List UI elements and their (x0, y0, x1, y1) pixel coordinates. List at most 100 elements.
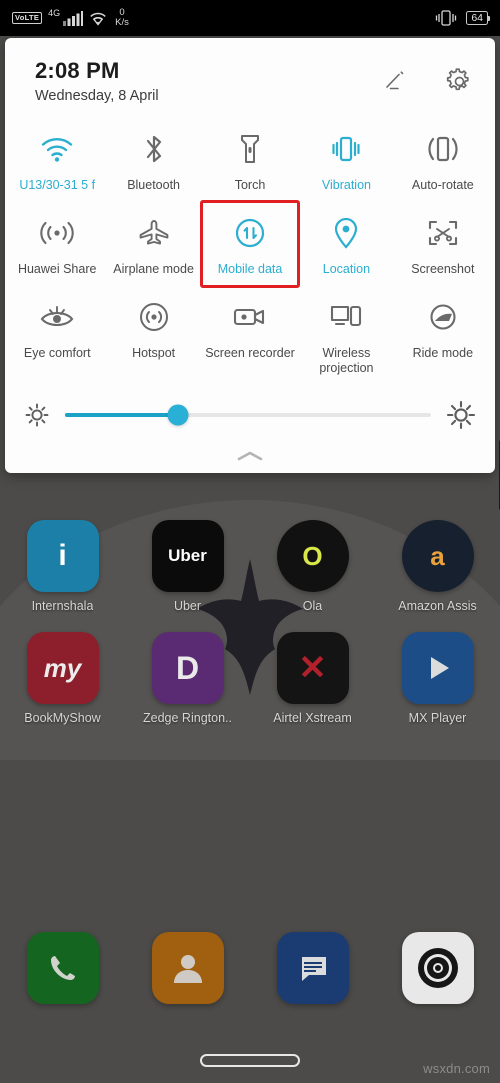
tile-bluetooth[interactable]: Bluetooth (105, 118, 201, 202)
app-label: Zedge Rington.. (143, 711, 232, 725)
app-row: my BookMyShow D Zedge Rington.. ✕ Airtel… (0, 632, 500, 725)
tile-label: Hotspot (132, 346, 176, 360)
auto-rotate-icon (426, 129, 460, 169)
app-icon-amazon-assistant[interactable]: a (401, 520, 474, 592)
dock-item-settings[interactable] (375, 932, 500, 1004)
tiles-row-3: Eye comfort Hotspot Screen recorder Wire… (5, 286, 495, 385)
home-gesture-pill[interactable] (200, 1054, 300, 1067)
network-type-label: 4G (48, 8, 61, 18)
tile-label: Auto-rotate (411, 178, 474, 192)
app-item[interactable]: ✕ Airtel Xstream (250, 632, 375, 725)
tile-mobile-data[interactable]: Mobile data (199, 200, 301, 288)
tile-label: Location (322, 262, 371, 276)
tile-screenshot[interactable]: Screenshot (395, 202, 491, 286)
settings-gear-icon[interactable] (401, 932, 474, 1004)
tile-ride-mode[interactable]: Ride mode (395, 286, 491, 385)
tile-label: Mobile data (217, 262, 283, 276)
tile-airplane-mode[interactable]: Airplane mode (105, 202, 201, 286)
tile-vibration[interactable]: Vibration (298, 118, 394, 202)
ride-mode-icon (426, 297, 460, 337)
app-item[interactable]: O Ola (250, 520, 375, 613)
app-icon-uber[interactable]: Uber (151, 520, 224, 592)
tile-label: Airplane mode (113, 262, 194, 276)
tile-label: Wireless projection (319, 346, 374, 375)
clock-block: 2:08 PM Wednesday, 8 April (35, 58, 159, 104)
status-bar: VoLTE 4G 0 K/s 64 (0, 0, 500, 36)
tiles-row-1: U13/30-31 5 f Bluetooth Torch Vibration … (5, 118, 495, 202)
messages-icon[interactable] (276, 932, 349, 1004)
app-item[interactable]: MX Player (375, 632, 500, 725)
tile-label: Vibration (321, 178, 371, 192)
app-icon-internshala[interactable]: i (26, 520, 99, 592)
app-item[interactable]: Uber Uber (125, 520, 250, 613)
data-rate-indicator: 0 K/s (115, 8, 129, 28)
phone-icon[interactable] (26, 932, 99, 1004)
app-item[interactable]: i Internshala (0, 520, 125, 613)
signal-bars-icon (63, 10, 84, 26)
app-row: i Internshala Uber Uber O Ola a Amazon A… (0, 520, 500, 613)
edit-button[interactable] (381, 67, 409, 95)
tile-eye-comfort[interactable]: Eye comfort (9, 286, 105, 385)
clock-time: 2:08 PM (35, 58, 120, 83)
app-label: BookMyShow (24, 711, 101, 725)
wifi-icon (40, 129, 74, 169)
pencil-edit-icon (386, 71, 404, 90)
wireless-projection-icon (329, 297, 363, 337)
app-label: Ola (302, 599, 323, 613)
panel-header: 2:08 PM Wednesday, 8 April (5, 38, 495, 118)
tile-label: Torch (234, 178, 266, 192)
tile-label: U13/30-31 5 f (19, 178, 96, 192)
app-item[interactable]: D Zedge Rington.. (125, 632, 250, 725)
data-rate-unit: K/s (115, 17, 129, 28)
dock-item-phone[interactable] (0, 932, 125, 1004)
vibrate-icon (436, 10, 457, 26)
tile-auto-rotate[interactable]: Auto-rotate (395, 118, 491, 202)
brightness-low-icon[interactable] (23, 401, 51, 429)
app-icon-ola[interactable]: O (276, 520, 349, 592)
tile-wireless-projection[interactable]: Wireless projection (298, 286, 394, 385)
dock-item-messages[interactable] (250, 932, 375, 1004)
tile-huawei-share[interactable]: Huawei Share (9, 202, 105, 286)
app-icon-airtel-xstream[interactable]: ✕ (276, 632, 349, 704)
clock-date: Wednesday, 8 April (35, 88, 159, 104)
status-bar-right: 64 (435, 10, 490, 26)
eye-icon (39, 297, 75, 337)
app-item[interactable]: my BookMyShow (0, 632, 125, 725)
brightness-slider[interactable] (65, 404, 431, 426)
app-icon-bookmyshow[interactable]: my (26, 632, 99, 704)
tile-torch[interactable]: Torch (202, 118, 298, 202)
tile-label: Bluetooth (127, 178, 181, 192)
bluetooth-icon (141, 129, 167, 169)
app-label: Airtel Xstream (273, 711, 352, 725)
app-icon-mx-player[interactable] (401, 632, 474, 704)
tile-label: Huawei Share (17, 262, 97, 276)
mobile-data-icon (234, 213, 266, 253)
tile-hotspot[interactable]: Hotspot (105, 286, 201, 385)
screenshot-icon (426, 213, 460, 253)
app-label: MX Player (408, 711, 467, 725)
brightness-row (5, 385, 495, 443)
tile-label: Screen recorder (205, 346, 295, 360)
dock-item-contacts[interactable] (125, 932, 250, 1004)
contacts-icon[interactable] (151, 932, 224, 1004)
collapse-handle[interactable] (5, 443, 495, 469)
tile-wifi[interactable]: U13/30-31 5 f (9, 118, 105, 202)
app-icon-zedge[interactable]: D (151, 632, 224, 704)
settings-button[interactable] (445, 67, 473, 95)
app-label: Internshala (31, 599, 94, 613)
vibration-icon (329, 129, 363, 169)
app-label: Uber (173, 599, 202, 613)
flashlight-icon (239, 129, 261, 169)
tile-location[interactable]: Location (298, 202, 394, 286)
panel-header-actions (381, 67, 473, 95)
brightness-high-icon[interactable] (445, 399, 477, 431)
tile-label: Ride mode (412, 346, 474, 360)
app-item[interactable]: a Amazon Assis (375, 520, 500, 613)
phone-screen: i Internshala Uber Uber O Ola a Amazon A… (0, 0, 500, 1083)
status-bar-left: VoLTE 4G 0 K/s (12, 8, 129, 28)
gear-icon (446, 67, 469, 90)
hotspot-icon (138, 297, 170, 337)
brightness-slider-fill (65, 413, 179, 417)
tile-screen-recorder[interactable]: Screen recorder (202, 286, 298, 385)
brightness-slider-thumb[interactable] (167, 404, 189, 426)
